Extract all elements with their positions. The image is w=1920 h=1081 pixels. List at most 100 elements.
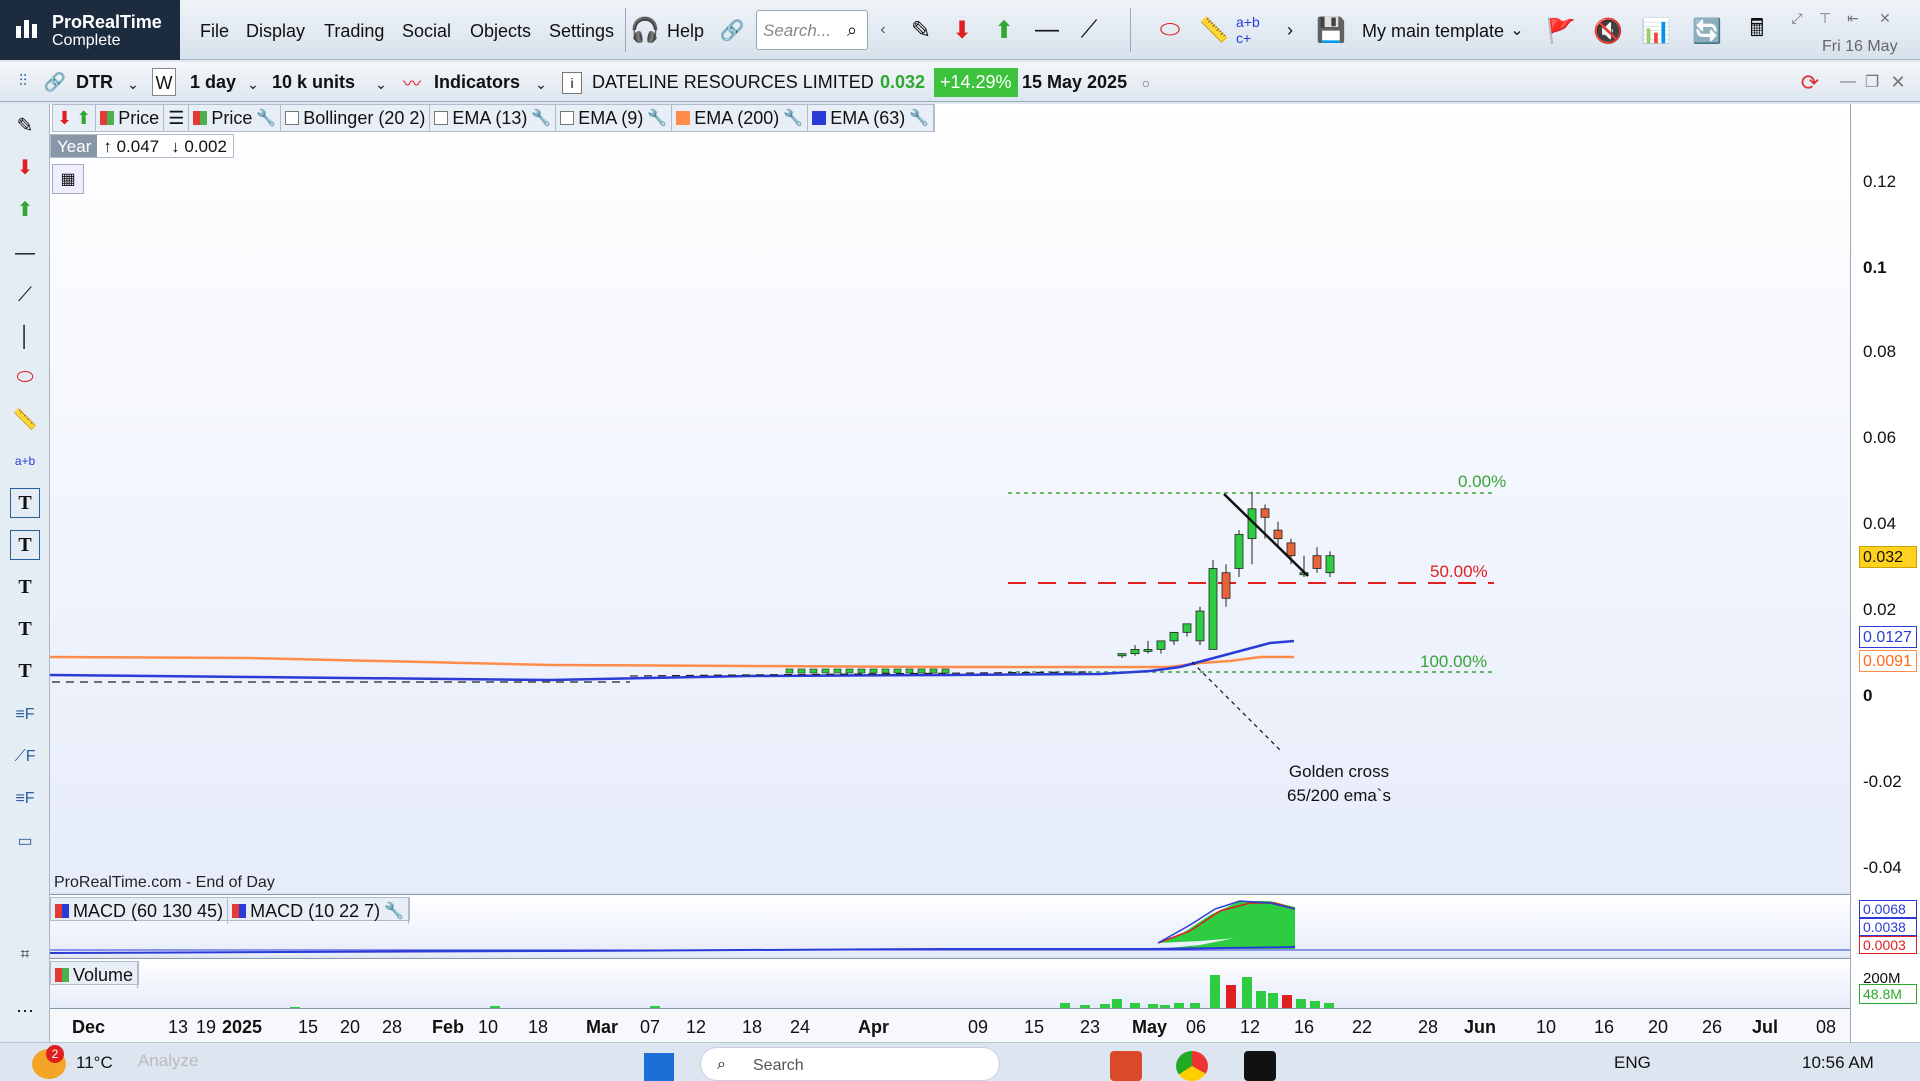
text-plain-icon[interactable]: T xyxy=(10,614,40,644)
ruler-icon[interactable]: 📏 xyxy=(1196,14,1232,46)
calculator-icon[interactable]: ▦ xyxy=(52,164,84,194)
indicators-button[interactable]: Indicators xyxy=(434,72,520,93)
ellipse-icon[interactable]: ⬭ xyxy=(10,362,40,392)
chevron-right-icon[interactable]: › xyxy=(1282,14,1298,46)
wrench-icon[interactable]: 🔧 xyxy=(384,901,404,921)
help-button[interactable]: Help xyxy=(667,21,704,42)
menu-social[interactable]: Social xyxy=(402,21,451,42)
candle-body[interactable] xyxy=(1273,529,1283,540)
ellipse-icon[interactable]: ⬭ xyxy=(1150,14,1190,46)
candle-body[interactable] xyxy=(785,668,794,674)
window-minimize-icon[interactable]: ⤢ xyxy=(1786,8,1808,28)
candle-body[interactable] xyxy=(1286,542,1296,557)
fibonacci-fan-icon[interactable]: ⟋F xyxy=(10,742,40,772)
refresh-icon[interactable]: ⟳ xyxy=(1794,68,1826,98)
ema63-line[interactable] xyxy=(50,639,1295,682)
menu-trading[interactable]: Trading xyxy=(324,21,384,42)
text-icon[interactable]: T xyxy=(10,572,40,602)
candle-body[interactable] xyxy=(845,668,854,674)
scanner-icon[interactable]: 📊 xyxy=(1638,14,1674,48)
legend-price-1[interactable]: Price xyxy=(96,105,165,131)
info-icon[interactable]: i xyxy=(562,72,582,94)
chevron-down-icon[interactable]: ⌄ xyxy=(374,74,388,94)
legend-bollinger[interactable]: Bollinger (20 2) xyxy=(281,105,431,131)
chevron-left-icon[interactable]: ‹ xyxy=(876,16,890,44)
candles-icon[interactable]: ⫶⫶ xyxy=(8,68,38,96)
candle-body[interactable] xyxy=(1325,555,1335,574)
trendline-icon[interactable]: ⟋ xyxy=(10,280,40,310)
maximize-chart-icon[interactable]: ❐ xyxy=(1862,70,1882,94)
period-selector[interactable]: 1 day xyxy=(190,72,236,93)
headset-icon[interactable]: 🎧 xyxy=(630,16,660,44)
restore-icon[interactable]: ⇤ xyxy=(1842,8,1864,28)
legend-ema9[interactable]: EMA (9) 🔧 xyxy=(556,105,673,131)
checkbox[interactable] xyxy=(434,111,449,125)
fibonacci-extension-icon[interactable]: ≡F xyxy=(10,784,40,814)
language-indicator[interactable]: ENG xyxy=(1614,1053,1651,1073)
ticker-field[interactable]: DTR xyxy=(76,72,113,93)
text-abc-icon[interactable]: a+b c+ xyxy=(1236,14,1276,46)
menu-display[interactable]: Display xyxy=(246,21,305,42)
volume-legend[interactable]: Volume xyxy=(50,961,140,988)
price-chart[interactable]: 0.00% 50.00% 100.00% Golden cross 65/200… xyxy=(50,104,1850,892)
legend-ema13[interactable]: EMA (13) 🔧 xyxy=(430,105,557,131)
text-label-icon[interactable]: T xyxy=(10,530,40,560)
macd-legend-2[interactable]: MACD (10 22 7) 🔧 xyxy=(228,898,410,924)
chevron-down-icon[interactable]: ⌄ xyxy=(246,74,260,94)
candle-body[interactable] xyxy=(809,668,818,674)
search-icon[interactable]: ⌕ xyxy=(840,16,864,44)
candle-body[interactable] xyxy=(1130,649,1140,655)
chrome-icon[interactable] xyxy=(1176,1051,1208,1081)
candle-body[interactable] xyxy=(893,668,902,674)
candle-body[interactable] xyxy=(869,668,878,674)
trendline-icon[interactable]: ⟋ xyxy=(1074,14,1104,46)
taskbar-search[interactable]: ⌕ Search xyxy=(700,1047,1000,1081)
candle-body[interactable] xyxy=(1117,653,1127,657)
legend-ema200[interactable]: EMA (200) 🔧 xyxy=(672,105,809,131)
candle-body[interactable] xyxy=(1221,572,1231,599)
analyze-tab[interactable]: Analyze xyxy=(138,1051,198,1071)
price-axis[interactable]: 0.12 0.1 0.08 0.06 0.04 0.02 0 -0.02 -0.… xyxy=(1850,104,1920,1042)
wrench-icon[interactable]: 🔧 xyxy=(909,108,929,128)
checkbox[interactable] xyxy=(560,111,575,125)
checkbox[interactable] xyxy=(285,111,300,125)
golden-cross-annotation[interactable]: Golden cross 65/200 ema`s xyxy=(1284,762,1394,806)
arrow-down-icon[interactable]: ⬇ xyxy=(10,152,40,182)
candle-body[interactable] xyxy=(905,668,914,674)
minimize-chart-icon[interactable]: — xyxy=(1838,70,1858,94)
save-icon[interactable]: 💾 xyxy=(1316,14,1346,46)
candle-body[interactable] xyxy=(929,668,938,674)
alert-flag-icon[interactable]: 🚩 xyxy=(1544,14,1578,48)
watchlist-w-button[interactable]: W xyxy=(152,68,176,96)
prorealtime-taskbar-icon[interactable] xyxy=(1244,1051,1276,1081)
arrow-down-icon[interactable]: ⬇ xyxy=(948,14,976,46)
text-small-icon[interactable]: T xyxy=(10,656,40,686)
sync-icon[interactable]: 🔄 xyxy=(1690,14,1724,48)
layers-icon[interactable]: ⌗ xyxy=(10,940,40,970)
annotation-pointer[interactable] xyxy=(1191,661,1283,753)
candle-body[interactable] xyxy=(881,668,890,674)
close-chart-icon[interactable]: ✕ xyxy=(1888,70,1908,94)
candle-body[interactable] xyxy=(833,668,842,674)
wrench-icon[interactable]: 🔧 xyxy=(647,108,667,128)
sound-off-icon[interactable]: 🔇 xyxy=(1590,14,1626,48)
legend-arrows[interactable]: ⬇ ⬆ xyxy=(53,105,97,131)
horizontal-line-icon[interactable]: — xyxy=(10,238,40,268)
text-box-icon[interactable]: T xyxy=(10,488,40,518)
candle-body[interactable] xyxy=(1312,555,1322,569)
list-icon[interactable]: ☰ xyxy=(168,108,184,129)
arrow-up-icon[interactable]: ⬆ xyxy=(10,194,40,224)
candle-body[interactable] xyxy=(1169,631,1179,642)
candle-body[interactable] xyxy=(941,668,950,674)
ruler-icon[interactable]: 📏 xyxy=(10,404,40,434)
chevron-down-icon[interactable]: ⌄ xyxy=(534,74,548,94)
windows-start-icon[interactable] xyxy=(644,1053,674,1081)
pencil-icon[interactable]: ✎ xyxy=(905,14,937,46)
pencil-icon[interactable]: ✎ xyxy=(10,110,40,140)
text-abc-icon[interactable]: a+b xyxy=(10,446,40,476)
menu-objects[interactable]: Objects xyxy=(470,21,531,42)
calculator-icon[interactable]: 🖩 xyxy=(1740,14,1774,48)
pin-icon[interactable]: ⊤ xyxy=(1814,8,1836,28)
wrench-icon[interactable]: 🔧 xyxy=(256,108,276,128)
arrow-up-icon[interactable]: ⬆ xyxy=(990,14,1018,46)
